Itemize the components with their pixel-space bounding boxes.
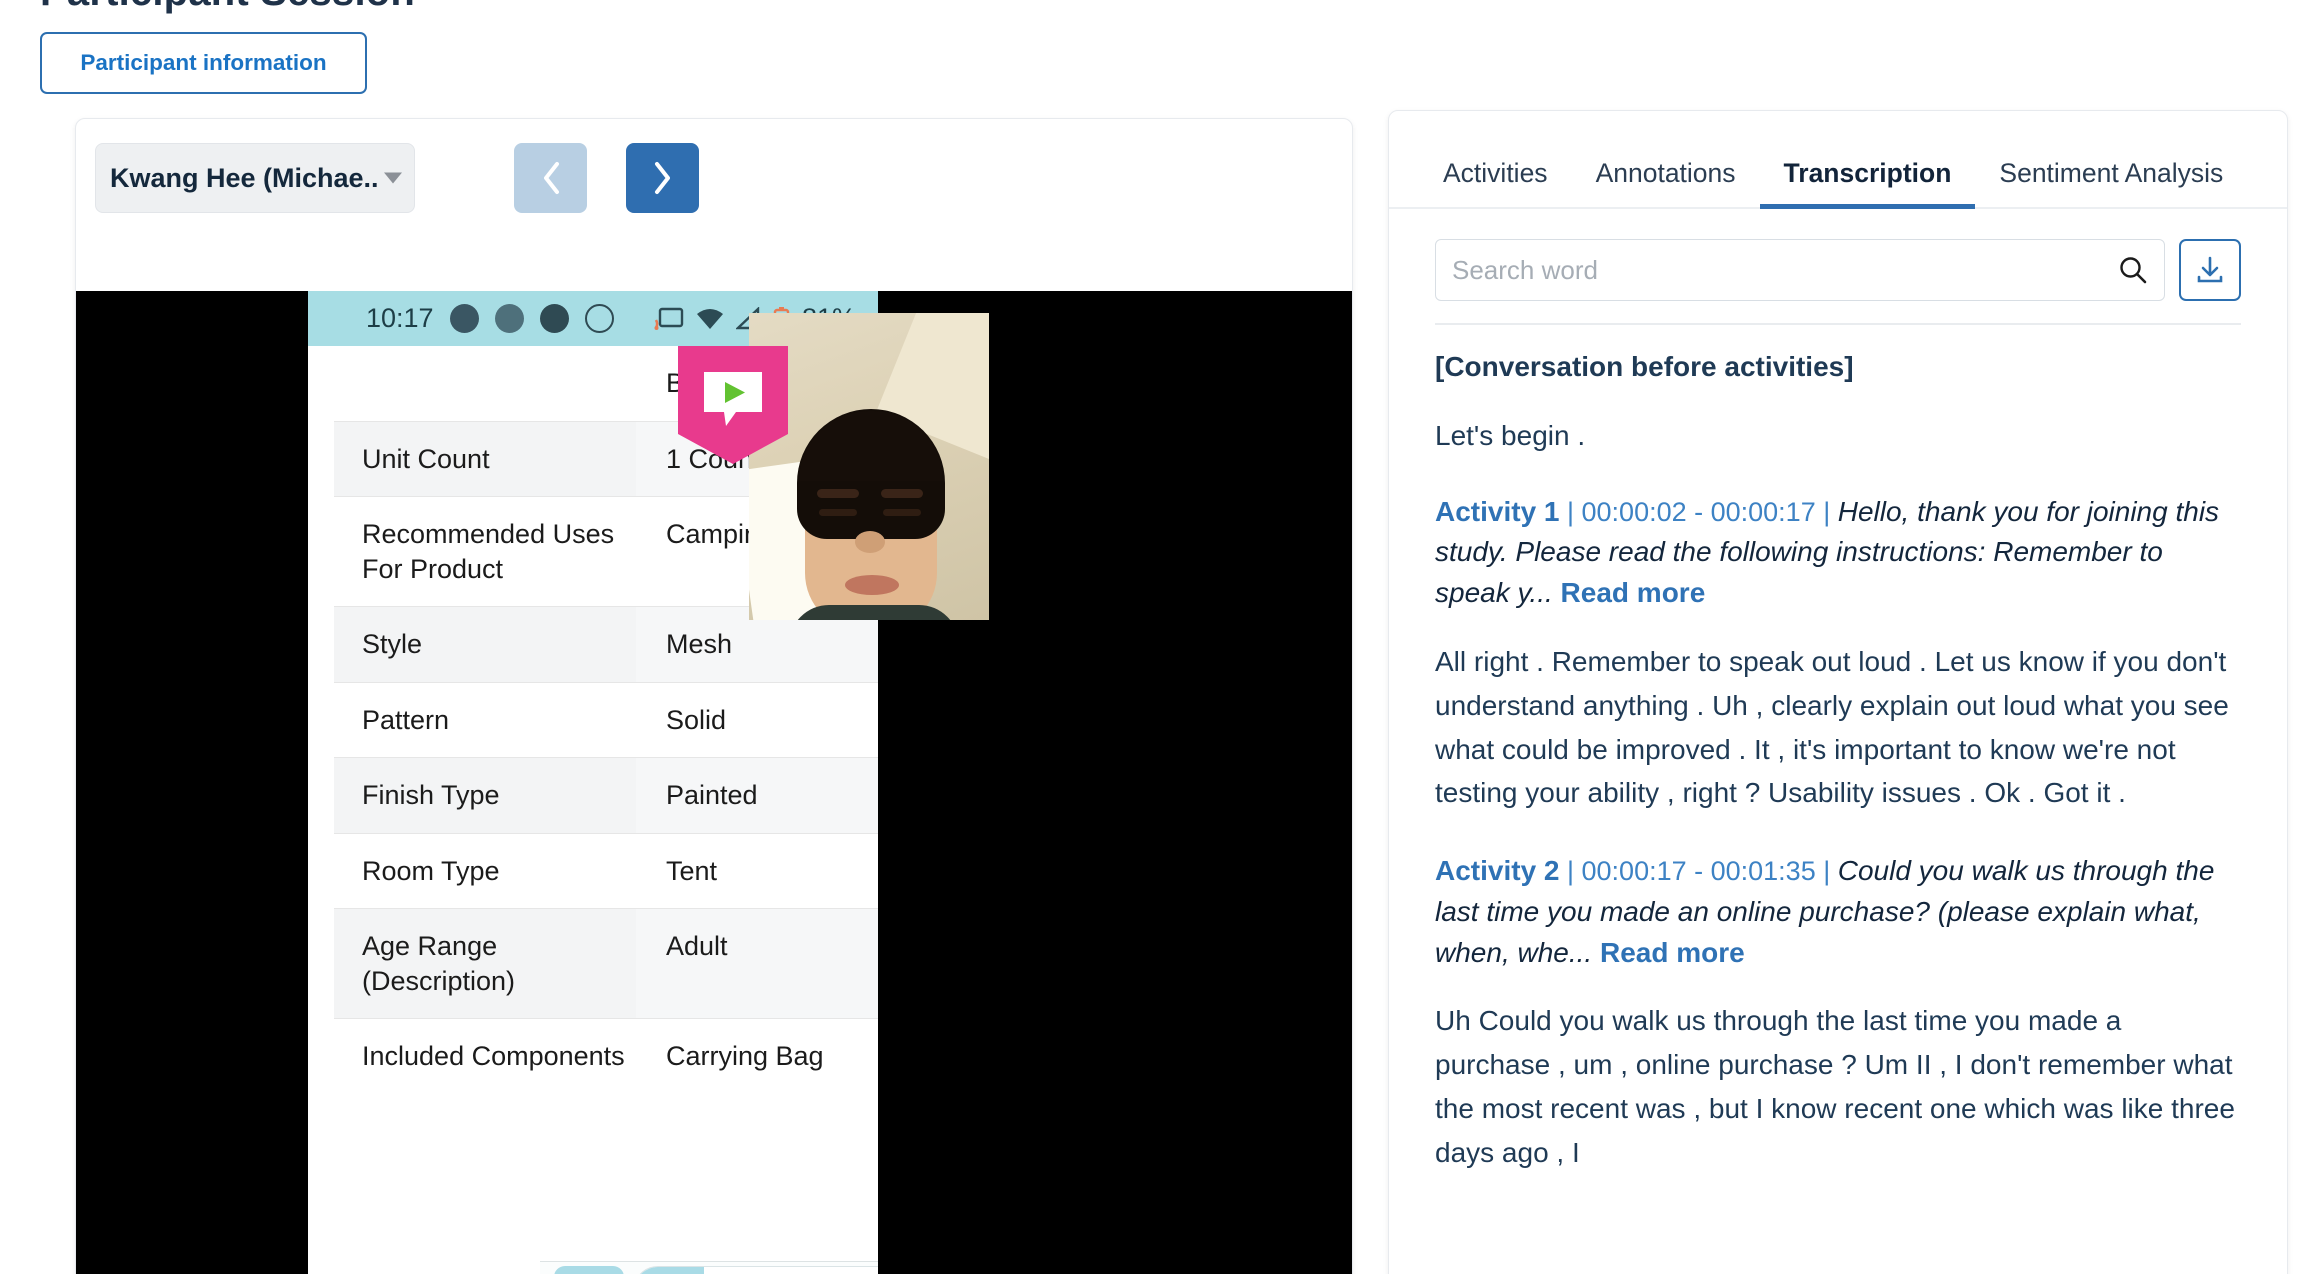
phone-browser-bar: camping: [540, 1261, 878, 1274]
participant-information-button[interactable]: Participant information: [40, 32, 367, 94]
product-detail-key: Finish Type: [362, 780, 500, 811]
wifi-icon: [696, 308, 723, 329]
read-more-link[interactable]: Read more: [1592, 937, 1745, 968]
activity-header: Activity 1 | 00:00:02 - 00:00:17 | Hello…: [1435, 492, 2241, 615]
pinterest-icon: [584, 304, 614, 333]
session-toolbar: Kwang Hee (Michae.. o: [76, 119, 1352, 390]
product-detail-key: Room Type: [362, 855, 500, 886]
download-transcript-button[interactable]: [2179, 239, 2241, 301]
product-detail-key: Unit Count: [362, 443, 490, 474]
download-icon: [2197, 256, 2223, 283]
participant-session-page: Participant Session Participant informat…: [0, 0, 2320, 1274]
activity-label[interactable]: Activity 1: [1435, 496, 1560, 527]
browser-back-button[interactable]: [554, 1265, 624, 1274]
phone-clock: 10:17: [366, 303, 434, 333]
previous-participant-button[interactable]: [514, 143, 587, 213]
transcription-search-row: [1389, 209, 2287, 301]
product-detail-key: Recommended Uses For Product: [362, 519, 615, 584]
product-detail-value: Painted: [636, 758, 878, 833]
chevron-down-icon: [384, 172, 402, 184]
activity-time-range: | 00:00:02 - 00:00:17 |: [1559, 496, 1838, 527]
tab-transcription[interactable]: Transcription: [1759, 158, 1976, 209]
product-detail-key: Age Range (Description): [362, 931, 516, 996]
chevron-right-icon: [654, 162, 670, 194]
read-more-link[interactable]: Read more: [1553, 577, 1706, 608]
search-icon[interactable]: [2118, 255, 2148, 285]
cast-icon: [654, 307, 684, 330]
search-word-box[interactable]: [1435, 239, 2165, 301]
product-detail-value: Adult: [636, 909, 878, 1019]
participant-select[interactable]: Kwang Hee (Michae..: [95, 143, 415, 213]
page-title: Participant Session: [40, 0, 415, 15]
tab-annotations[interactable]: Annotations: [1572, 158, 1760, 207]
activity-label[interactable]: Activity 2: [1435, 855, 1560, 886]
transcription-entries: Activity 1 | 00:00:02 - 00:00:17 | Hello…: [1435, 492, 2241, 1175]
product-detail-value: Solid: [666, 704, 727, 735]
product-detail-value: Carrying Bag: [666, 1041, 824, 1072]
browser-search-icon: [634, 1266, 704, 1274]
activity-time-range: | 00:00:17 - 00:01:35 |: [1559, 855, 1838, 886]
product-detail-row: Pattern Solid: [334, 681, 878, 758]
next-participant-button[interactable]: [626, 143, 699, 213]
messenger-icon: [449, 304, 479, 333]
product-detail-value: Tent: [666, 855, 718, 886]
product-detail-key: Pattern: [362, 704, 450, 735]
product-detail-row: Finish Type Painted: [334, 757, 878, 833]
activity-body-text: Uh Could you walk us through the last ti…: [1435, 1005, 2235, 1168]
search-input[interactable]: [1452, 254, 2118, 286]
transcription-entry: Activity 1 | 00:00:02 - 00:00:17 | Hello…: [1435, 492, 2241, 815]
tab-sentiment-analysis[interactable]: Sentiment Analysis: [1975, 158, 2247, 207]
chevron-left-icon: [543, 162, 559, 194]
product-detail-key: Style: [362, 629, 423, 660]
transcription-entry: Activity 2 | 00:00:17 - 00:01:35 | Could…: [1435, 851, 2241, 1174]
product-detail-row: Included Components Carrying Bag: [334, 1018, 878, 1094]
transcription-content: [Conversation before activities] Let's b…: [1389, 325, 2287, 1174]
video-comment-badge-icon[interactable]: [678, 346, 788, 464]
transcription-intro-line: Let's begin .: [1435, 420, 1586, 451]
product-detail-row: Age Range (Description) Adult: [334, 908, 878, 1019]
product-detail-key: Included Components: [362, 1041, 625, 1072]
session-analysis-card: Activities Annotations Transcription Sentim…: [1388, 110, 2288, 1274]
browser-omnibox[interactable]: camping: [633, 1265, 878, 1274]
activity-body-text: All right . Remember to speak out loud .…: [1435, 646, 2229, 809]
analysis-tabs: Activities Annotations Transcription Sentim…: [1389, 111, 2287, 209]
participant-select-label: Kwang Hee (Michae..: [110, 162, 379, 193]
screen-recording-stage[interactable]: 10:17 Unit Count 1 Count Recommended Use…: [76, 291, 1352, 1274]
session-player-card: Kwang Hee (Michae.. o: [75, 118, 1353, 1274]
transcription-section-header: [Conversation before activities]: [1435, 351, 1854, 382]
activity-header: Activity 2 | 00:00:17 - 00:01:35 | Could…: [1435, 851, 2241, 974]
product-detail-row: Room Type Tent: [334, 832, 878, 909]
app-icon: [539, 304, 569, 333]
product-detail-key: [334, 346, 636, 421]
waze-icon: [494, 304, 524, 333]
tab-activities[interactable]: Activities: [1419, 158, 1572, 207]
